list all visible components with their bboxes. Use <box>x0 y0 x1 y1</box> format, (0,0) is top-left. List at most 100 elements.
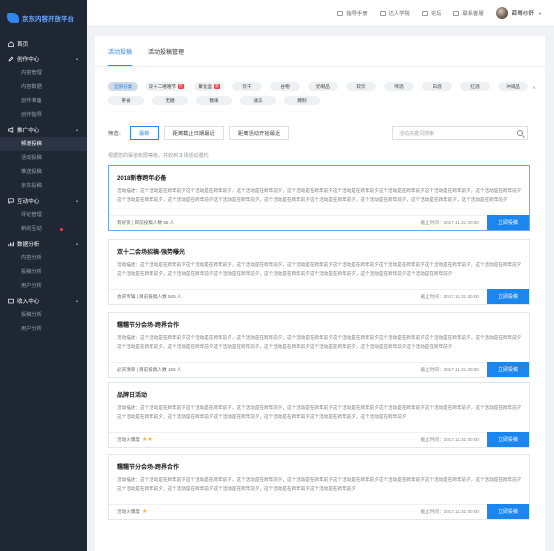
sidebar-item-activity-submit[interactable]: 活动投稿 <box>0 151 87 165</box>
sidebar-item-create-guide[interactable]: 创作指导 <box>0 108 87 122</box>
user-menu[interactable]: 薛蓦纱舒 ▼ <box>495 7 542 19</box>
sort-deadline-button[interactable]: 距离截止日期最近 <box>163 126 224 140</box>
join-button[interactable]: 立即投稿 <box>487 362 529 377</box>
sidebar-item-create-prep[interactable]: 创作准备 <box>0 94 87 108</box>
category-chip[interactable]: 红酒 <box>460 82 490 91</box>
activity-meta: 活动火爆度 ★★ <box>117 437 153 443</box>
tab-activity-submit[interactable]: 活动投稿 <box>108 47 133 66</box>
sort-start-button[interactable]: 距离活动开始最近 <box>228 126 290 140</box>
activity-meta: 必买清单 | 目前投稿人数 155 人 <box>117 367 182 373</box>
sidebar-item-content-data[interactable]: 内容数据 <box>0 80 87 94</box>
nav-group-income: 收入中心 ▲ 投稿分析 用户分析 <box>0 293 87 336</box>
sidebar-item-content-analysis[interactable]: 内容分析 <box>0 251 87 265</box>
service-icon <box>453 10 460 16</box>
forum-link[interactable]: 论坛 <box>421 9 441 17</box>
category-chip[interactable]: 冲调品 <box>498 82 528 91</box>
chip-label: 软饮 <box>356 83 366 89</box>
search-icon[interactable] <box>517 130 523 136</box>
sidebar-item-jd-submit[interactable]: 京东投稿 <box>0 179 87 193</box>
nav-income[interactable]: 收入中心 ▲ <box>0 293 87 308</box>
star-icon: ★ <box>141 509 148 515</box>
wallet-icon <box>8 298 14 304</box>
chevron-down-icon: ▼ <box>538 10 542 16</box>
join-button[interactable]: 立即投稿 <box>487 432 529 447</box>
sidebar-item-content-manage[interactable]: 内容管理 <box>0 66 87 80</box>
category-chip[interactable]: 啤酒 <box>384 82 414 91</box>
category-chip[interactable]: 软饮 <box>346 82 376 91</box>
category-chip[interactable]: 无糖 <box>152 96 188 105</box>
unread-dot <box>60 227 63 231</box>
nav-analytics[interactable]: 数据分析 ▲ <box>0 236 87 251</box>
chip-label: 白酒 <box>432 83 442 89</box>
chevron-up-icon: ▲ <box>75 298 79 303</box>
chart-icon <box>8 241 14 247</box>
chip-label: 奶制品 <box>316 83 330 89</box>
sort-newest-button[interactable]: 最新 <box>129 126 159 140</box>
top-link-label: 达人学院 <box>388 11 410 17</box>
category-chip[interactable]: 糖果 <box>196 96 232 105</box>
activity-desc: 活动描述：这个活动是在跨年前夕这个活动是在跨年前夕，这个活动是在跨年前夕，这个活… <box>117 188 522 203</box>
nav-promote[interactable]: 推广中心 ▲ <box>0 122 87 137</box>
sidebar-item-new-interaction[interactable]: 新的互动 <box>0 222 87 236</box>
category-chip[interactable]: 双十二嘻嘻节热 <box>146 82 186 91</box>
top-link-label: 指导手册 <box>346 11 368 17</box>
nav-interact[interactable]: 互动中心 ▲ <box>0 193 87 208</box>
category-filter: 全部分类 双十二嘻嘻节热 聚化盒新 饮干 谷物 奶制品 软饮 啤酒 白酒 红酒 … <box>108 82 528 110</box>
activity-deadline: 截止时间：2017.11.31 00:00 <box>420 294 479 299</box>
sort-filter: 筛选： 最新 距离截止日期最近 距离活动开始最近 <box>108 126 294 140</box>
sidebar-item-comment-manage[interactable]: 评论管理 <box>0 208 87 222</box>
chip-label: 全部分类 <box>113 83 133 89</box>
sidebar-item-income-submit-analysis[interactable]: 投稿分析 <box>0 308 87 322</box>
category-chip[interactable]: 奶制品 <box>308 82 338 91</box>
nav-label: 创作中心 <box>17 56 40 63</box>
activity-meta: 有好货 | 目前投稿人数 55 人 <box>117 220 174 226</box>
activity-card[interactable]: 双十二会场招稿-强势曝光 活动描述：这个活动是在跨年前夕这个活动是在跨年前夕，这… <box>108 239 530 305</box>
sidebar-item-submit-analysis[interactable]: 投稿分析 <box>0 265 87 279</box>
chevron-up-icon: ▲ <box>75 56 79 61</box>
activity-meta: 活动火爆度 ★ <box>117 509 147 515</box>
nav-home[interactable]: 首页 <box>0 36 87 51</box>
nav-label: 推广中心 <box>17 127 40 134</box>
category-chip[interactable]: 聚化盒新 <box>194 82 224 91</box>
activity-card[interactable]: 糯糯节分会场-跨界合作 活动描述：这个活动是在跨年前夕这个活动是在跨年前夕，这个… <box>108 312 530 378</box>
star-icon: ★★ <box>141 437 153 443</box>
category-chip[interactable]: 饮干 <box>232 82 262 91</box>
sidebar-item-income-user-analysis[interactable]: 用户分析 <box>0 322 87 336</box>
activity-footer: 活动火爆度 ★ 截止时间：2017.11.31 00:00 立即投稿 <box>109 504 529 519</box>
activity-footer: 有好货 | 目前投稿人数 55 人 截止时间：2017.11.31 00:00 … <box>109 215 529 230</box>
search-input[interactable]: 活动关键词搜索 <box>392 126 528 140</box>
brand-logo-icon <box>7 13 19 23</box>
category-chip[interactable]: 茶食 <box>108 96 144 105</box>
activity-card[interactable]: 品牌日活动 活动描述：这个活动是在跨年前夕这个活动是在跨年前夕，这个活动是在跨年… <box>108 382 530 448</box>
sidebar-item-user-analysis[interactable]: 用户分析 <box>0 279 87 293</box>
category-chip[interactable]: 谷物 <box>270 82 300 91</box>
activity-desc: 活动描述：这个活动是在跨年前夕这个活动是在跨年前夕，这个活动是在跨年前夕，这个活… <box>117 405 522 420</box>
summary-prefix: 根据您的渠道权限等级，共收到 <box>108 153 179 159</box>
join-button[interactable]: 立即投稿 <box>487 504 529 519</box>
brand-logo[interactable]: 京东内容开放平台 <box>0 0 87 36</box>
academy-link[interactable]: 达人学院 <box>379 9 410 17</box>
join-button[interactable]: 立即投稿 <box>487 215 529 230</box>
guide-link[interactable]: 指导手册 <box>337 9 368 17</box>
sidebar-item-channel-submit[interactable]: 频道投稿 <box>0 137 87 151</box>
summary-suffix: 场活动邀约 <box>183 153 209 159</box>
tab-activity-manage[interactable]: 活动投稿管理 <box>148 47 184 66</box>
category-chip[interactable]: 白酒 <box>422 82 452 91</box>
new-badge: 新 <box>214 84 220 89</box>
category-chip-all[interactable]: 全部分类 <box>108 82 138 91</box>
support-link[interactable]: 联系客服 <box>453 9 484 17</box>
sidebar: 京东内容开放平台 首页 创作中心 ▲ 内容管理 内容数据 创作准备 创作指导 推… <box>0 0 87 551</box>
nav-create[interactable]: 创作中心 ▲ <box>0 51 87 66</box>
chat-icon <box>8 197 14 204</box>
collapse-categories-icon[interactable]: ∧ <box>532 85 536 91</box>
activity-card[interactable]: 糯糯节分会场-跨界合作 活动描述：这个活动是在跨年前夕这个活动是在跨年前夕，这个… <box>108 454 530 520</box>
top-link-label: 联系客服 <box>462 11 484 17</box>
category-row: 茶食 无糖 糖果 速冻 腌制 <box>108 96 528 105</box>
activity-card[interactable]: 2018新春跨年必备 活动描述：这个活动是在跨年前夕这个活动是在跨年前夕，这个活… <box>108 165 530 231</box>
join-button[interactable]: 立即投稿 <box>487 289 529 304</box>
category-chip[interactable]: 速冻 <box>240 96 276 105</box>
activity-deadline: 截止时间：2017.11.31 00:00 <box>420 437 479 442</box>
sidebar-item-push-submit[interactable]: 推送投稿 <box>0 165 87 179</box>
chip-label: 茶食 <box>121 97 131 103</box>
category-chip[interactable]: 腌制 <box>284 96 320 105</box>
